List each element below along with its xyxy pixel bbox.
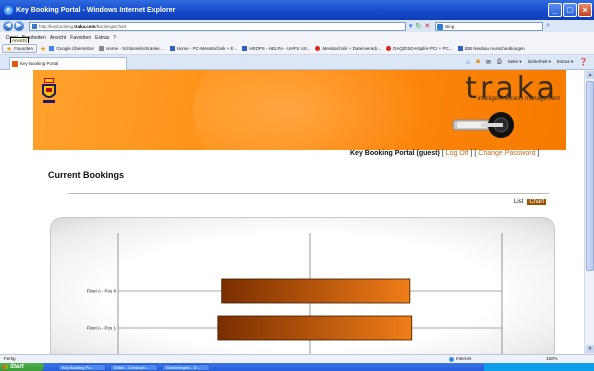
taskbar-item[interactable]: Key Booking Po...: [58, 363, 106, 371]
favorite-link[interactable]: Messtechnik + Datenverarb...: [315, 46, 381, 51]
traka-favicon-icon: [12, 61, 18, 67]
stop-icon[interactable]: ✕: [424, 22, 430, 30]
tab-bar: Key Booking Portal ⌂ ◙ ✉ ⎙ Seite ▾ Siche…: [0, 55, 594, 70]
minimize-button[interactable]: _: [548, 3, 562, 17]
star-icon: ★: [6, 45, 13, 53]
taskbar-item[interactable]: Editor - Christoph...: [110, 363, 158, 371]
logoff-link[interactable]: Log Off: [446, 150, 469, 157]
url-field[interactable]: http://keybooking.traka.com/BookingsChar…: [29, 21, 406, 31]
bookings-chart: Fleet A - Pos 8 Fleet A - Pos 1: [87, 233, 503, 354]
taskbar: Start Key Booking Po... Editor - Christo…: [0, 363, 594, 371]
favorites-bar: ★ Favoriten ★ Google Übersetzer Home - S…: [0, 43, 594, 55]
status-bar: Fertig Internet 150%: [0, 354, 594, 363]
start-button[interactable]: Start: [0, 363, 44, 371]
traka-tagline: intelligent access management: [477, 96, 560, 102]
address-bar: ◀ ▶ http://keybooking.traka.com/Bookings…: [0, 20, 594, 32]
vertical-scrollbar[interactable]: ▲ ▼: [584, 70, 594, 354]
search-icon[interactable]: ⌕: [546, 22, 550, 30]
window-title: Key Booking Portal - Windows Internet Ex…: [16, 6, 176, 14]
list-view-link[interactable]: List: [514, 199, 523, 205]
chart-category-label: Fleet A - Pos 1: [87, 326, 117, 331]
portal-user-line: Key Booking Portal (guest) [ Log Off ] […: [350, 150, 540, 157]
favorite-link[interactable]: Home - PC-Messtechnik + E...: [169, 46, 237, 51]
taskbar-item[interactable]: Sonderregeln - D...: [162, 363, 210, 371]
page-icon: [242, 46, 248, 51]
change-password-link[interactable]: Change Password: [478, 150, 535, 157]
favorite-link[interactable]: HEDPS - HELPA - UHFS US...: [242, 46, 310, 51]
forward-button[interactable]: ▶: [14, 21, 24, 31]
favorites-button[interactable]: ★ Favoriten: [2, 44, 38, 53]
favorite-link[interactable]: Google Übersetzer: [49, 46, 94, 51]
chart-bar: [217, 315, 413, 341]
key-fob-icon: [452, 112, 514, 138]
chart-bar: [221, 278, 411, 304]
add-favorite-icon[interactable]: ★: [40, 45, 46, 53]
google-icon: [49, 46, 55, 51]
royal-crest-icon: [42, 78, 56, 103]
bing-icon: [437, 23, 444, 30]
scroll-thumb[interactable]: [586, 81, 594, 271]
page-title: Current Bookings: [48, 170, 125, 180]
tab-key-booking-portal[interactable]: Key Booking Portal: [9, 57, 127, 70]
menu-help[interactable]: ?: [113, 35, 116, 41]
zoom-level[interactable]: 150%: [546, 355, 558, 363]
ie-logo-icon: e: [4, 5, 13, 15]
menu-favoriten[interactable]: Favoriten: [70, 35, 91, 41]
menu-seite[interactable]: Seite ▾: [508, 59, 522, 65]
mail-icon[interactable]: ✉: [486, 59, 491, 66]
menu-ansicht[interactable]: Ansicht: [50, 35, 66, 41]
home-icon[interactable]: ⌂: [466, 59, 470, 66]
page-viewport: traka intelligent access management Key …: [0, 70, 584, 354]
windows-logo-icon: [3, 365, 8, 369]
page-icon: [32, 23, 37, 29]
red-logo-icon: [315, 46, 321, 51]
security-zone[interactable]: Internet: [449, 355, 471, 363]
page-icon: [457, 46, 463, 51]
menu-extras-cmd[interactable]: Extras ▾: [557, 59, 573, 65]
window-title-bar[interactable]: e Key Booking Portal - Windows Internet …: [0, 0, 594, 20]
view-toggle: List Chart: [514, 199, 547, 205]
globe-icon: [449, 356, 454, 362]
back-button[interactable]: ◀: [3, 21, 13, 31]
chart-bars: [217, 278, 413, 341]
red-logo-icon: [386, 46, 392, 51]
command-bar: ⌂ ◙ ✉ ⎙ Seite ▾ Sicherheit ▾ Extras ▾ ❓: [460, 58, 588, 67]
dropdown-arrow-icon[interactable]: ▾: [409, 22, 413, 30]
help-icon[interactable]: ❓: [579, 58, 588, 66]
banner-decoration: [193, 70, 433, 150]
search-input[interactable]: Bing: [435, 21, 544, 31]
favorite-link[interactable]: DAQ/DSD-Käpfer-PCI + PC...: [386, 46, 453, 51]
traka-banner: traka intelligent access management: [33, 70, 566, 150]
scroll-up-icon[interactable]: ▲: [586, 71, 594, 79]
system-tray: [484, 363, 594, 371]
menu-extras[interactable]: Extras: [95, 35, 109, 41]
key-icon: [99, 46, 105, 51]
feeds-icon[interactable]: ◙: [476, 59, 480, 65]
portal-user-label: Key Booking Portal (guest): [350, 150, 440, 157]
print-icon[interactable]: ⎙: [497, 59, 502, 66]
menu-bar: Datei Bearbeiten Ansicht Favoriten Extra…: [0, 32, 594, 43]
favorite-link[interactable]: IDB Neubau Ausschreibungen: [457, 46, 525, 51]
close-button[interactable]: ×: [578, 3, 592, 17]
favorite-link[interactable]: Home - Schlüsselschranke ...: [99, 46, 165, 51]
divider: [68, 193, 549, 194]
chart-view-link[interactable]: Chart: [527, 199, 547, 205]
page-icon: [169, 46, 175, 51]
refresh-icon[interactable]: ↻: [416, 22, 422, 30]
menu-sicherheit[interactable]: Sicherheit ▾: [527, 59, 551, 65]
status-text: Fertig: [4, 356, 16, 361]
scroll-down-icon[interactable]: ▼: [586, 345, 594, 353]
maximize-button[interactable]: □: [563, 3, 577, 17]
address-actions: ▾ ↻ ✕: [409, 22, 433, 30]
chart-category-labels: Fleet A - Pos 8 Fleet A - Pos 1: [87, 289, 117, 331]
chart-category-label: Fleet A - Pos 8: [87, 289, 117, 294]
